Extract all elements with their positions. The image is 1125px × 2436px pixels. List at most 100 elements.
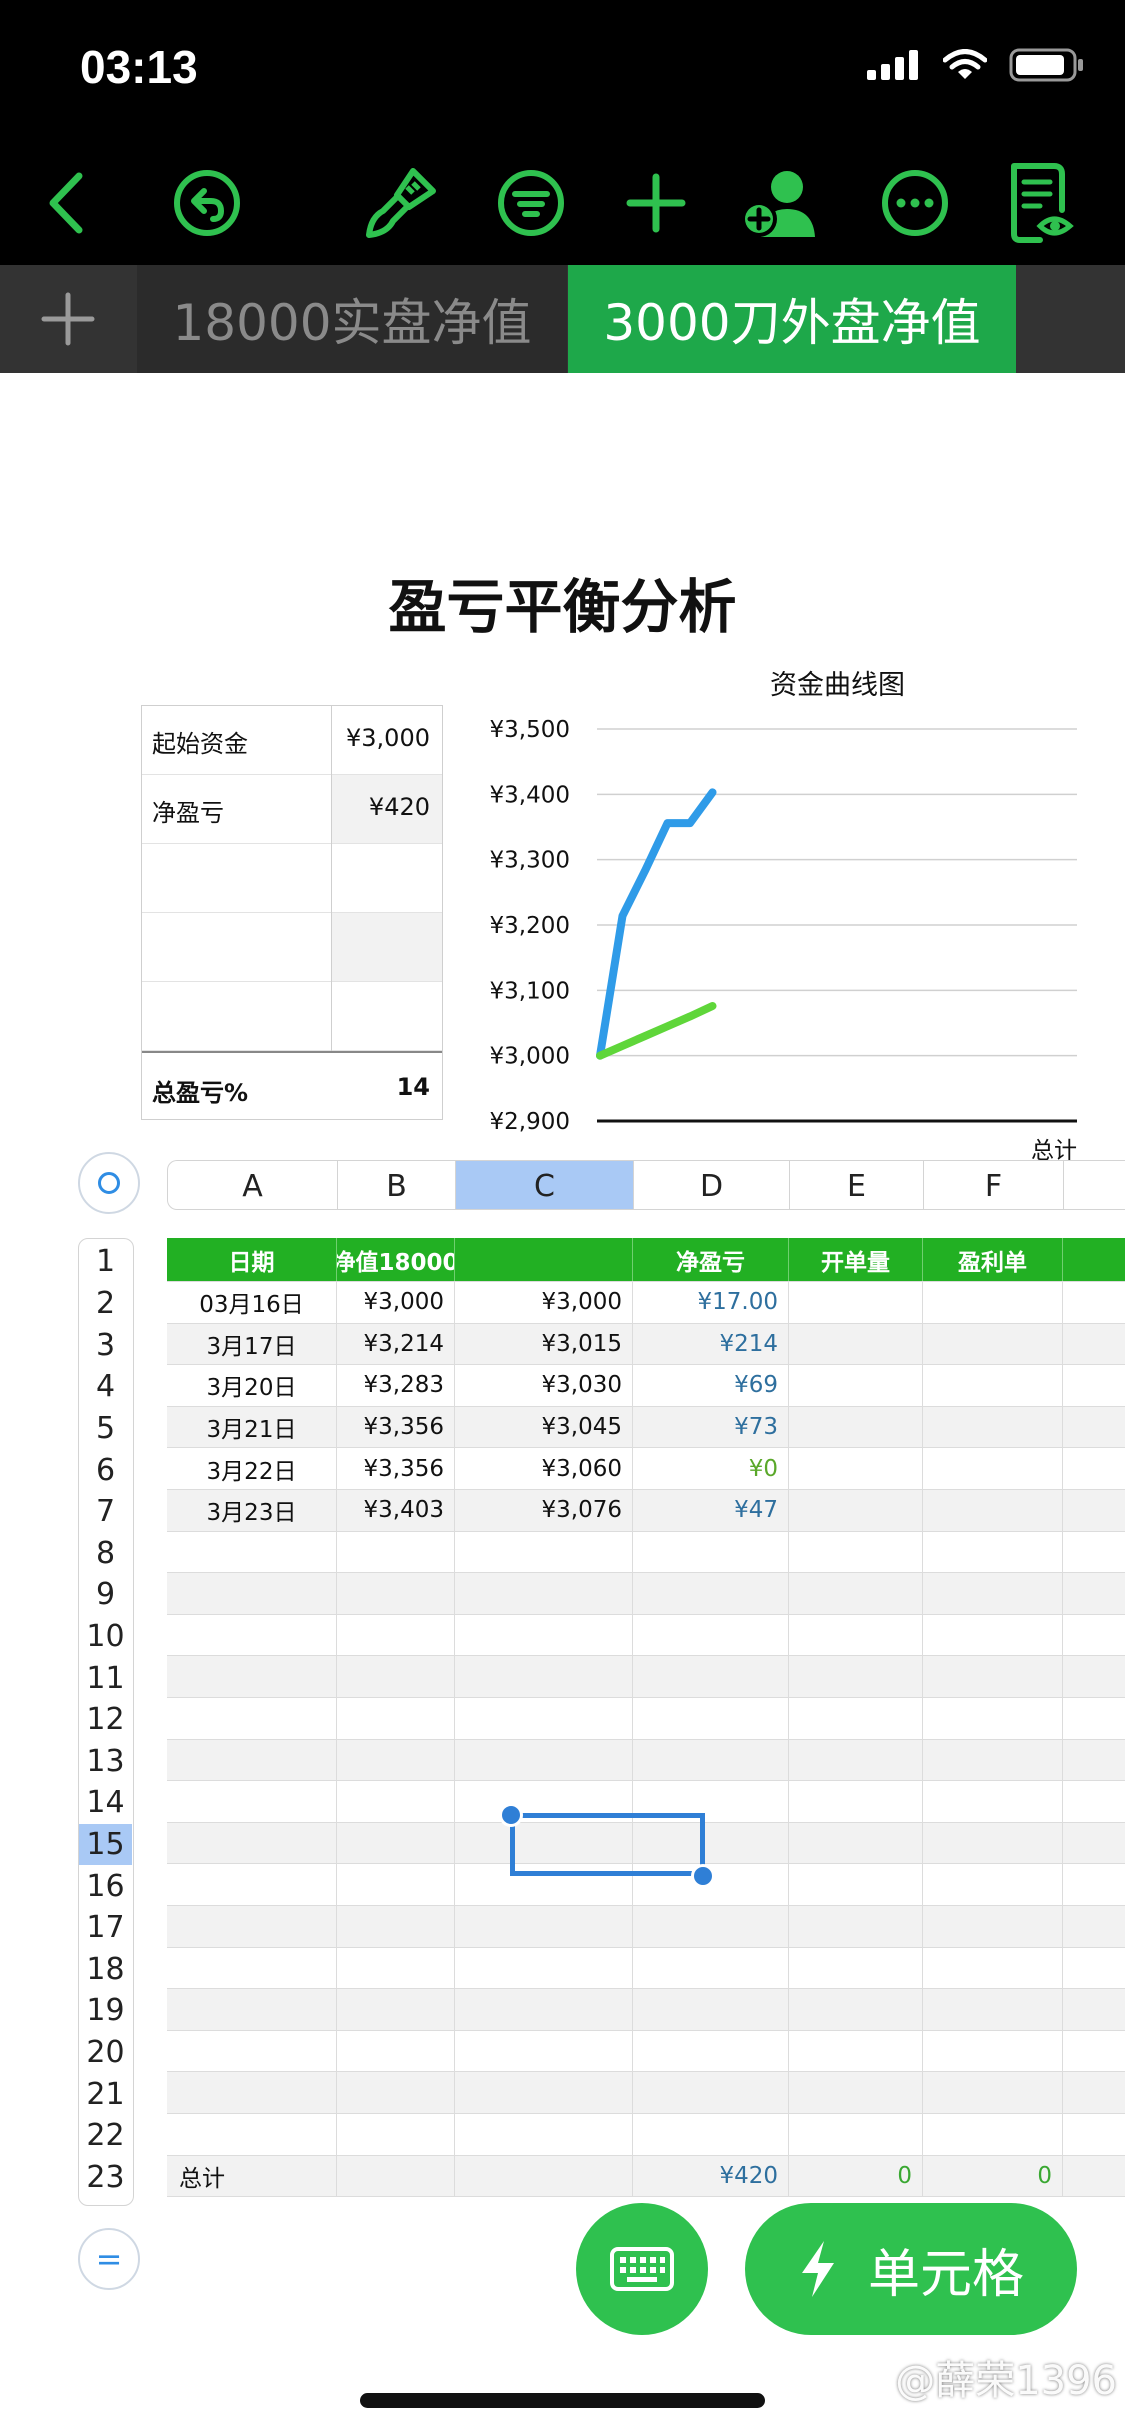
table-cell[interactable]: ¥3,060: [455, 1448, 633, 1489]
table-cell[interactable]: [337, 2030, 455, 2072]
table-row[interactable]: 3月22日 ¥3,356 ¥3,060 ¥0: [167, 1448, 1125, 1490]
keyboard-button[interactable]: [576, 2203, 708, 2335]
table-cell[interactable]: [789, 1406, 923, 1448]
table-cell[interactable]: [789, 1323, 923, 1365]
formula-button[interactable]: =: [78, 2228, 140, 2290]
table-cell[interactable]: 0: [923, 2155, 1063, 2197]
table-cell[interactable]: [923, 1448, 1063, 1489]
table-row[interactable]: 03月16日 ¥3,000 ¥3,000 ¥17.00: [167, 1282, 1125, 1324]
table-cell[interactable]: [923, 1864, 1063, 1905]
table-cell[interactable]: [167, 1531, 337, 1573]
table-cell[interactable]: [167, 1739, 337, 1781]
row-header-4[interactable]: 4: [79, 1366, 132, 1408]
table-row[interactable]: [167, 2030, 1125, 2073]
table-cell[interactable]: ¥3,214: [337, 1323, 455, 1365]
table-cell[interactable]: [789, 1906, 923, 1947]
table-row[interactable]: 3月17日 ¥3,214 ¥3,015 ¥214: [167, 1323, 1125, 1366]
table-cell[interactable]: [789, 1531, 923, 1573]
table-cell[interactable]: [167, 2030, 337, 2072]
table-cell[interactable]: [789, 1739, 923, 1781]
table-cell[interactable]: [455, 1573, 633, 1614]
table-cell[interactable]: [923, 1323, 1063, 1365]
table-row[interactable]: [167, 1698, 1125, 1740]
table-cell[interactable]: 3月17日: [167, 1323, 337, 1365]
table-cell[interactable]: [633, 1531, 789, 1573]
table-cell[interactable]: 3月20日: [167, 1365, 337, 1406]
table-cell[interactable]: [455, 1989, 633, 2030]
tab-sheet-2[interactable]: 3000刀外盘净值: [568, 265, 1016, 373]
table-cell[interactable]: [337, 1739, 455, 1781]
table-cell[interactable]: [167, 1947, 337, 1989]
table-cell[interactable]: [789, 1989, 923, 2030]
table-cell[interactable]: [789, 1822, 923, 1864]
row-header-9[interactable]: 9: [79, 1574, 132, 1616]
row-header-20[interactable]: 20: [79, 2032, 132, 2074]
table-cell[interactable]: [633, 1906, 789, 1947]
table-cell[interactable]: [455, 1739, 633, 1781]
table-cell[interactable]: [167, 1573, 337, 1614]
summary-row[interactable]: 起始资金 ¥3,000: [142, 706, 442, 775]
table-cell[interactable]: [167, 1906, 337, 1947]
table-cell[interactable]: [167, 1989, 337, 2030]
table-cell[interactable]: 3月23日: [167, 1490, 337, 1531]
table-cell[interactable]: [455, 1698, 633, 1739]
table-cell[interactable]: [455, 2155, 633, 2197]
table-cell[interactable]: [167, 1614, 337, 1656]
table-cell[interactable]: [337, 1864, 455, 1905]
row-header-8[interactable]: 8: [79, 1533, 132, 1575]
table-cell[interactable]: [923, 1947, 1063, 1989]
table-cell[interactable]: [789, 1698, 923, 1739]
table-cell[interactable]: [789, 1947, 923, 1989]
row-header-10[interactable]: 10: [79, 1616, 132, 1658]
table-row[interactable]: 3月23日 ¥3,403 ¥3,076 ¥47: [167, 1490, 1125, 1532]
table-cell[interactable]: ¥69: [633, 1365, 789, 1406]
table-row[interactable]: [167, 1656, 1125, 1698]
table-cell[interactable]: [167, 2114, 337, 2155]
table-cell[interactable]: [923, 1531, 1063, 1573]
table-cell[interactable]: ¥3,045: [455, 1406, 633, 1448]
row-header-15[interactable]: 15: [79, 1823, 132, 1866]
table-cell[interactable]: [789, 1282, 923, 1323]
table-cell[interactable]: [167, 2072, 337, 2113]
selection-handle-start[interactable]: [499, 1803, 523, 1827]
table-cell[interactable]: 开单量: [789, 1238, 923, 1281]
table-row[interactable]: [167, 1614, 1125, 1657]
undo-icon[interactable]: [162, 158, 252, 248]
table-cell[interactable]: ¥3,000: [337, 1282, 455, 1323]
table-cell[interactable]: [337, 1989, 455, 2030]
table-cell[interactable]: [923, 2072, 1063, 2113]
table-cell[interactable]: [789, 2114, 923, 2155]
column-header-e[interactable]: E: [790, 1161, 924, 1209]
summary-total-row[interactable]: 总盈亏% 14: [142, 1051, 442, 1119]
table-cell[interactable]: [923, 1614, 1063, 1656]
summary-row[interactable]: [142, 844, 442, 913]
selection-handle-end[interactable]: [691, 1864, 715, 1888]
table-cell[interactable]: 盈利单: [923, 1238, 1063, 1281]
format-brush-icon[interactable]: [356, 158, 446, 248]
table-cell[interactable]: [923, 1906, 1063, 1947]
row-header-1[interactable]: 1: [79, 1239, 132, 1283]
table-cell[interactable]: 3月21日: [167, 1406, 337, 1448]
table-cell[interactable]: [337, 2072, 455, 2113]
table-cell[interactable]: [789, 1614, 923, 1656]
column-header-c[interactable]: C: [456, 1161, 634, 1209]
table-cell[interactable]: [167, 1781, 337, 1822]
table-cell[interactable]: [633, 1698, 789, 1739]
row-header-18[interactable]: 18: [79, 1949, 132, 1991]
table-row[interactable]: [167, 1739, 1125, 1782]
table-cell[interactable]: 总计: [167, 2155, 337, 2197]
summary-row[interactable]: [142, 913, 442, 982]
table-cell[interactable]: [789, 1365, 923, 1406]
row-header-6[interactable]: 6: [79, 1449, 132, 1491]
table-cell[interactable]: [455, 1906, 633, 1947]
table-cell[interactable]: [923, 2030, 1063, 2072]
table-cell[interactable]: [633, 2072, 789, 2113]
table-cell[interactable]: ¥214: [633, 1323, 789, 1365]
row-header-22[interactable]: 22: [79, 2115, 132, 2157]
table-cell[interactable]: [337, 1531, 455, 1573]
row-header-19[interactable]: 19: [79, 1990, 132, 2032]
row-header-23[interactable]: 23: [79, 2157, 132, 2199]
table-cell[interactable]: [455, 2114, 633, 2155]
table-cell[interactable]: [455, 1947, 633, 1989]
row-header-5[interactable]: 5: [79, 1408, 132, 1450]
